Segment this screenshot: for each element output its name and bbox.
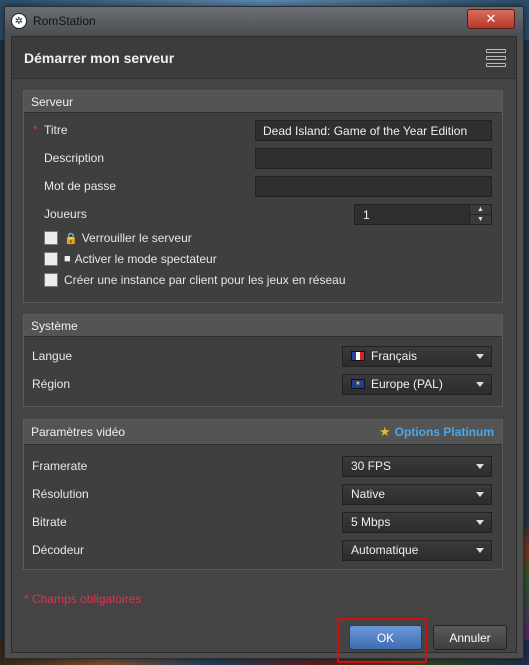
chevron-down-icon <box>476 381 484 387</box>
framerate-select[interactable]: 30 FPS <box>342 455 492 477</box>
star-icon: ★ <box>379 424 391 439</box>
players-stepper-buttons: ▲ ▼ <box>469 204 491 224</box>
password-row: Mot de passe <box>24 175 502 197</box>
dialog-window: ✲ RomStation ✕ Démarrer mon serveur Serv… <box>4 6 524 663</box>
lock-checkbox[interactable]: 🔒 Verrouiller le serveur <box>44 231 192 245</box>
decoder-select[interactable]: Automatique <box>342 539 492 561</box>
players-label: Joueurs <box>44 207 87 221</box>
chevron-down-icon <box>476 463 484 469</box>
instance-row: Créer une instance par client pour les j… <box>24 269 502 291</box>
lock-icon: 🔒 <box>64 232 78 245</box>
title-input[interactable]: Dead Island: Game of the Year Edition <box>255 119 492 141</box>
spectator-checkbox[interactable]: ■ Activer le mode spectateur <box>44 252 217 266</box>
server-panel-header: Serveur <box>24 91 502 113</box>
resolution-label: Résolution <box>32 487 89 501</box>
decrement-icon[interactable]: ▼ <box>470 214 491 224</box>
chevron-down-icon <box>476 519 484 525</box>
description-label: Description <box>44 151 105 165</box>
close-button[interactable]: ✕ <box>467 9 515 29</box>
checkbox-box[interactable] <box>44 273 58 287</box>
dialog-header: Démarrer mon serveur <box>12 37 516 79</box>
players-value: 1 <box>363 207 370 222</box>
spectator-row: ■ Activer le mode spectateur <box>24 248 502 270</box>
europe-flag-icon: ★ <box>351 379 365 389</box>
instance-label: Créer une instance par client pour les j… <box>64 273 346 287</box>
lock-label: Verrouiller le serveur <box>81 231 192 245</box>
dialog-body: Démarrer mon serveur Serveur * Titre Dea… <box>11 36 517 663</box>
france-flag-icon <box>351 351 365 361</box>
decoder-label: Décodeur <box>32 543 85 557</box>
ok-button[interactable]: OK <box>349 625 422 650</box>
lock-row: 🔒 Verrouiller le serveur <box>24 227 502 249</box>
decoder-row: Décodeur Automatique <box>24 539 502 561</box>
region-row: Région ★ Europe (PAL) <box>24 373 502 395</box>
bitrate-select[interactable]: 5 Mbps <box>342 511 492 533</box>
resolution-value: Native <box>351 487 386 501</box>
instance-checkbox[interactable]: Créer une instance par client pour les j… <box>44 273 346 287</box>
video-panel-header: Paramètres vidéo ★ Options Platinum <box>24 420 502 445</box>
title-bar[interactable]: ✲ RomStation ✕ <box>5 7 523 35</box>
bitrate-value: 5 Mbps <box>351 515 391 529</box>
language-label: Langue <box>32 349 73 363</box>
system-panel: Système Langue Français Région ★ Europe … <box>23 314 503 407</box>
video-panel-title: Paramètres vidéo <box>31 425 126 439</box>
chevron-down-icon <box>476 547 484 553</box>
players-stepper[interactable]: 1 ▲ ▼ <box>354 203 492 225</box>
required-fields-note: * Champs obligatoires <box>24 592 142 606</box>
cancel-button[interactable]: Annuler <box>433 625 507 650</box>
region-value: Europe (PAL) <box>371 377 443 391</box>
players-row: Joueurs 1 ▲ ▼ <box>24 203 502 225</box>
required-marker: * <box>33 123 38 137</box>
description-input[interactable] <box>255 147 492 169</box>
platinum-options-link[interactable]: ★ Options Platinum <box>379 424 494 440</box>
language-row: Langue Français <box>24 345 502 367</box>
increment-icon[interactable]: ▲ <box>470 204 491 214</box>
chevron-down-icon <box>476 491 484 497</box>
page-title: Démarrer mon serveur <box>24 49 175 66</box>
bitrate-label: Bitrate <box>32 515 67 529</box>
resolution-row: Résolution Native <box>24 483 502 505</box>
system-panel-title: Système <box>31 318 78 333</box>
decoder-value: Automatique <box>351 543 419 557</box>
spectator-label: Activer le mode spectateur <box>74 252 217 266</box>
chevron-down-icon <box>476 353 484 359</box>
framerate-value: 30 FPS <box>351 459 392 473</box>
region-select[interactable]: ★ Europe (PAL) <box>342 373 492 395</box>
system-panel-header: Système <box>24 315 502 337</box>
framerate-row: Framerate 30 FPS <box>24 455 502 477</box>
platinum-label[interactable]: Options Platinum <box>395 425 494 439</box>
password-input[interactable] <box>255 175 492 197</box>
video-panel: Paramètres vidéo ★ Options Platinum Fram… <box>23 419 503 570</box>
language-select[interactable]: Français <box>342 345 492 367</box>
framerate-label: Framerate <box>32 459 88 473</box>
camera-icon: ■ <box>64 253 71 265</box>
resolution-select[interactable]: Native <box>342 483 492 505</box>
language-value: Français <box>371 349 418 363</box>
romstation-logo-icon: ✲ <box>11 13 27 29</box>
checkbox-box[interactable] <box>44 231 58 245</box>
window-title: RomStation <box>33 14 96 28</box>
title-label: Titre <box>44 123 68 137</box>
region-label: Région <box>32 377 71 391</box>
title-row: * Titre Dead Island: Game of the Year Ed… <box>24 119 502 141</box>
bitrate-row: Bitrate 5 Mbps <box>24 511 502 533</box>
server-list-icon[interactable] <box>486 49 506 67</box>
server-panel: Serveur * Titre Dead Island: Game of the… <box>23 90 503 303</box>
checkbox-box[interactable] <box>44 252 58 266</box>
password-label: Mot de passe <box>44 179 117 193</box>
description-row: Description <box>24 147 502 169</box>
server-panel-title: Serveur <box>31 94 74 109</box>
